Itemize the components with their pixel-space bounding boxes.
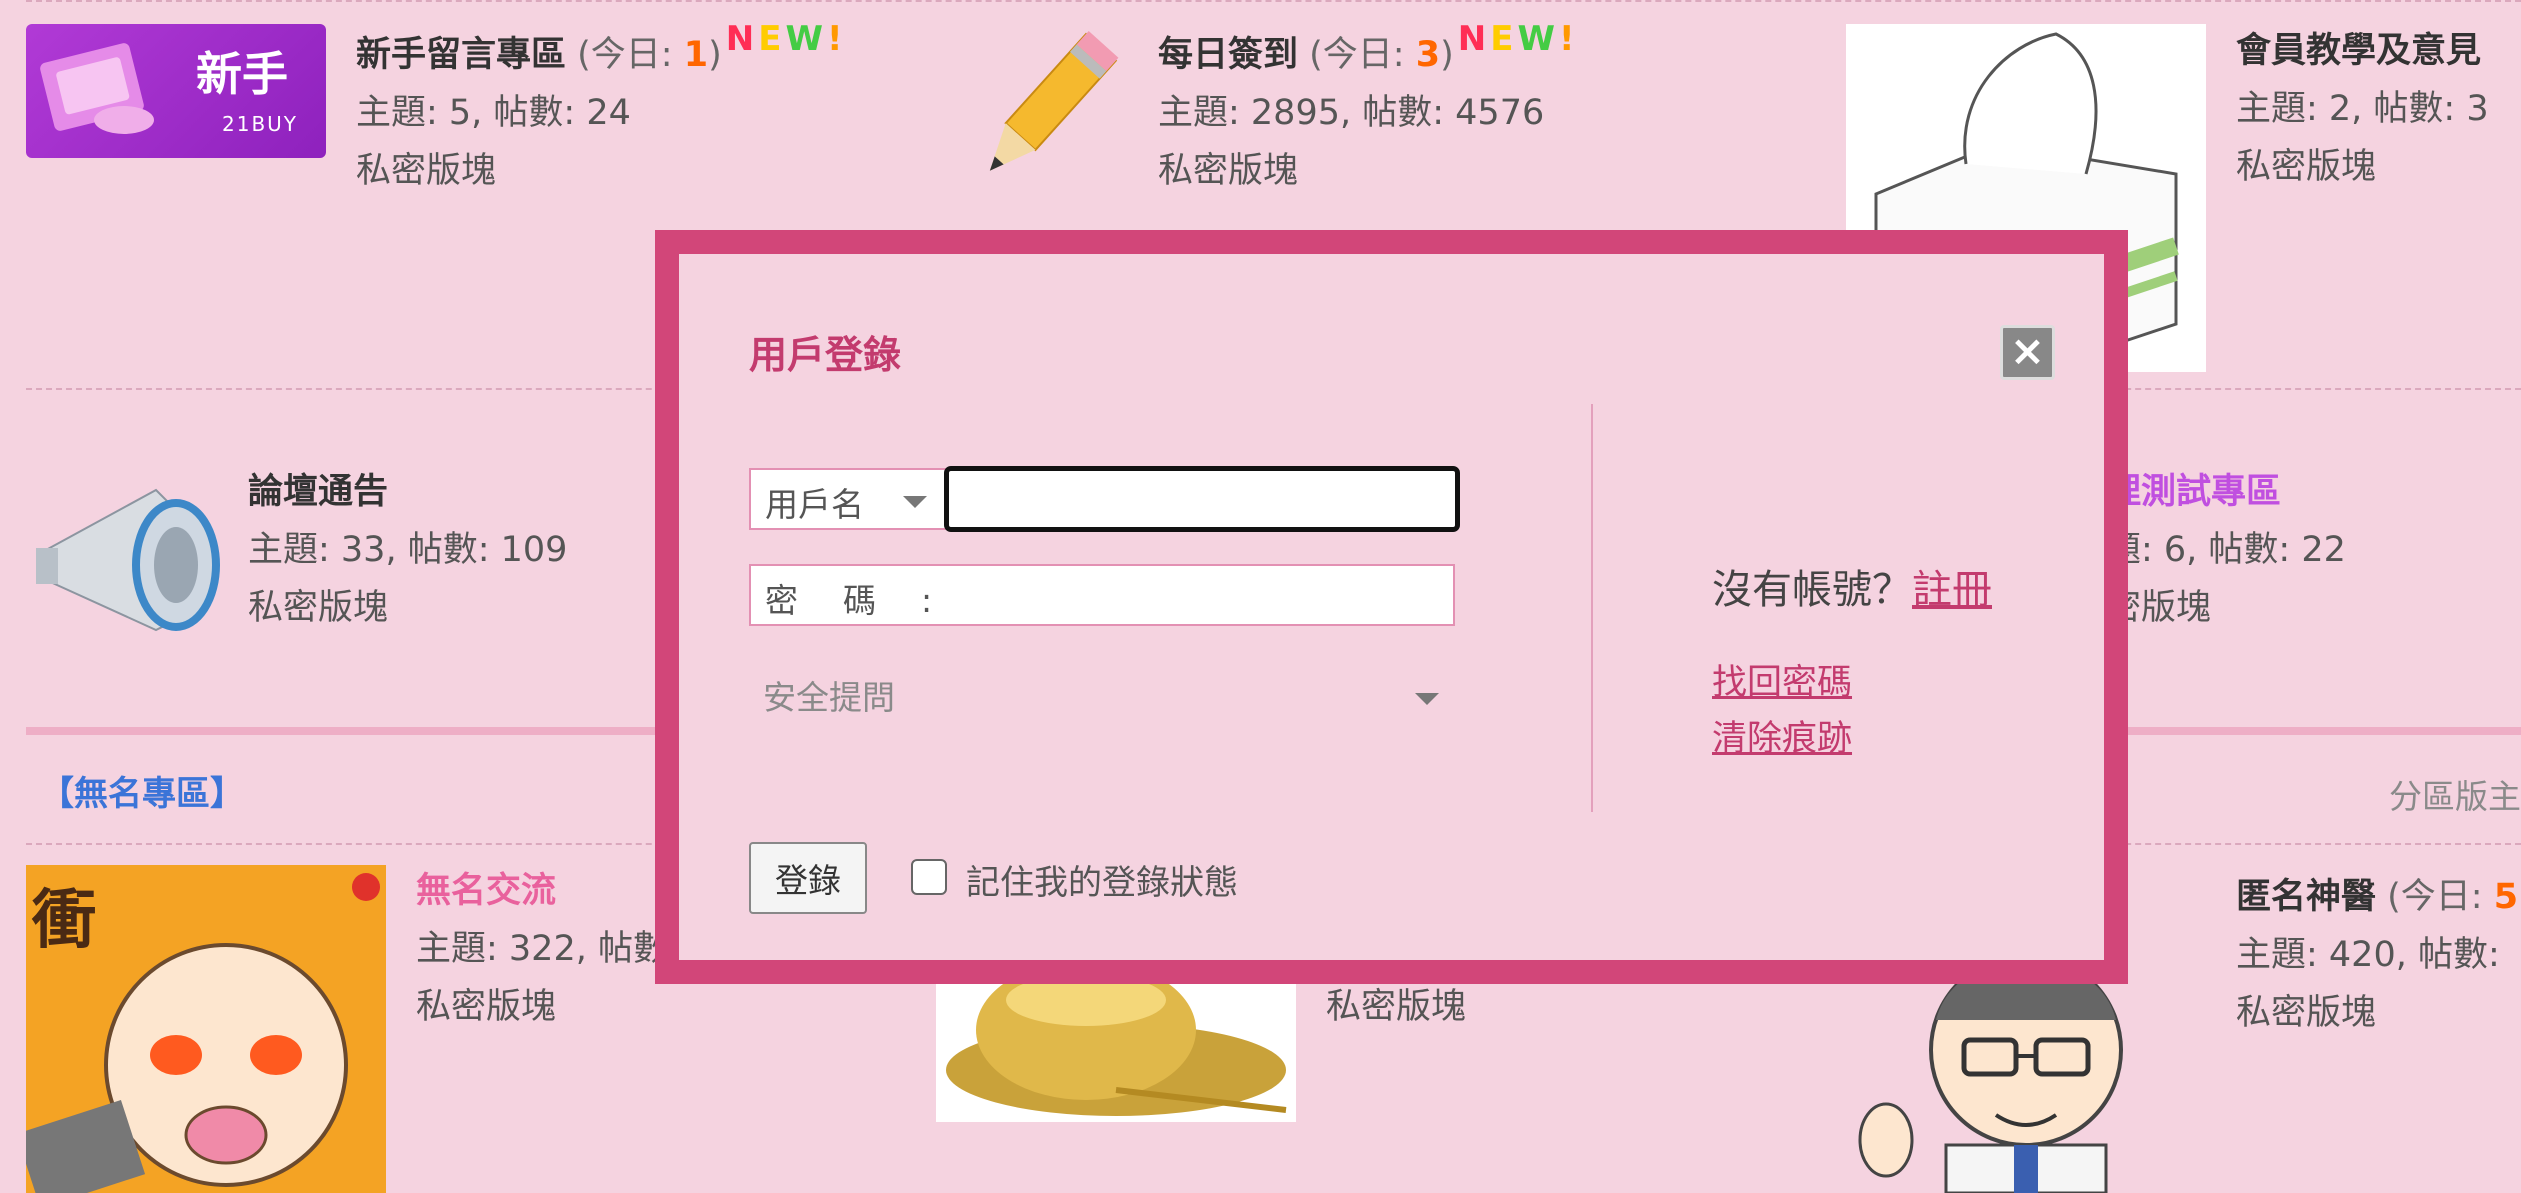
- forum-tutorial-info: 會員教學及意見 主題: 2, 帖數: 3 私密版塊: [2236, 22, 2489, 196]
- forum-stats: 主題: 2895, 帖數: 4576: [1158, 93, 1545, 133]
- section-title[interactable]: 【無名專區】: [40, 766, 244, 815]
- pencil-icon[interactable]: [950, 30, 1130, 200]
- forum-test-info: 理測試專區 題: 6, 帖數: 22 密版塊: [2106, 463, 2346, 637]
- dialog-title: 用戶登錄: [749, 333, 902, 377]
- password-field: 密 碼 :: [749, 564, 1455, 626]
- forum-status: 私密版塊: [416, 987, 557, 1027]
- forum-newbie-info: 新手留言專區 (今日: 1) NEW! 主題: 5, 帖數: 24 私密版塊: [356, 19, 846, 200]
- username-type-label[interactable]: 用戶名: [765, 478, 864, 526]
- forum-name[interactable]: 論壇通告: [248, 472, 388, 512]
- forum-stats: 主題: 5, 帖數: 24: [356, 93, 631, 133]
- new-badge: NEW!: [725, 19, 847, 59]
- forum-doctor-info: 匿名神醫 (今日: 5 主題: 420, 帖數: 私密版塊: [2236, 868, 2518, 1042]
- username-input[interactable]: [944, 466, 1460, 532]
- find-password-link[interactable]: 找回密碼: [1712, 654, 1852, 705]
- coffee-cup-icon[interactable]: [936, 960, 1296, 1122]
- chevron-down-icon[interactable]: [903, 496, 927, 508]
- remember-me-checkbox[interactable]: [911, 859, 947, 895]
- password-label: 密 碼 :: [765, 581, 939, 620]
- forum-name[interactable]: 每日簽到: [1158, 35, 1298, 75]
- today-count: 3: [1415, 35, 1441, 75]
- today-count: 5: [2493, 877, 2519, 917]
- forum-announcement-info: 論壇通告 主題: 33, 帖數: 109 私密版塊: [248, 463, 567, 637]
- no-account-text: 沒有帳號？註冊: [1712, 557, 1992, 615]
- forum-coffee-info: 私密版塊: [1326, 978, 1466, 1036]
- thumb-subtitle: 21BUY: [222, 112, 299, 136]
- forum-status: 私密版塊: [2236, 147, 2377, 187]
- forum-status: 密版塊: [2106, 588, 2212, 628]
- clear-traces-link[interactable]: 清除痕跡: [1712, 710, 1852, 761]
- no-account-label: 沒有帳號？: [1712, 567, 1912, 613]
- forum-name[interactable]: 會員教學及意見: [2236, 31, 2481, 71]
- security-question-label: 安全提問: [763, 678, 895, 717]
- login-button[interactable]: 登錄: [749, 842, 867, 914]
- forum-name[interactable]: 匿名神醫: [2236, 877, 2376, 917]
- close-icon[interactable]: ×: [2000, 325, 2055, 380]
- forum-status: 私密版塊: [356, 151, 497, 191]
- forum-status: 私密版塊: [1158, 151, 1299, 191]
- section-moderator: 分區版主: [2389, 777, 2521, 816]
- angry-cartoon-icon[interactable]: 衝: [26, 865, 386, 1193]
- today-count: 1: [683, 35, 709, 75]
- today-label: (今日:: [577, 35, 684, 75]
- thumb-title: 新手: [196, 47, 288, 101]
- today-label: (今日:: [1309, 35, 1416, 75]
- forum-stats: 主題: 420, 帖數:: [2236, 935, 2500, 975]
- forum-stats: 主題: 322, 帖數: [416, 929, 668, 969]
- password-input[interactable]: [951, 570, 1445, 622]
- forum-checkin-info: 每日簽到 (今日: 3) NEW! 主題: 2895, 帖數: 4576 私密版塊: [1158, 19, 1578, 200]
- thumb-char: 衝: [32, 884, 96, 958]
- chevron-down-icon: [1415, 693, 1439, 705]
- forum-name[interactable]: 無名交流: [416, 871, 556, 911]
- forum-status: 私密版塊: [248, 588, 389, 628]
- today-label: (今日:: [2387, 877, 2494, 917]
- forum-stats: 題: 6, 帖數: 22: [2106, 530, 2346, 570]
- remember-me-label[interactable]: 記住我的登錄狀態: [966, 855, 1238, 904]
- today-close: ): [708, 35, 722, 75]
- forum-nameless-info: 無名交流 主題: 322, 帖數 私密版塊: [416, 862, 668, 1036]
- forum-status: 私密版塊: [2236, 993, 2377, 1033]
- username-field: 用戶名: [749, 466, 1460, 532]
- row-divider: [26, 0, 2521, 2]
- today-close: ): [1440, 35, 1454, 75]
- forum-icon-newbie[interactable]: 新手 21BUY: [26, 24, 326, 158]
- security-question-select[interactable]: 安全提問: [749, 661, 1455, 723]
- forum-stats: 主題: 2, 帖數: 3: [2236, 89, 2489, 129]
- forum-name[interactable]: 理測試專區: [2106, 472, 2281, 512]
- forum-status: 私密版塊: [1326, 987, 1467, 1027]
- forum-stats: 主題: 33, 帖數: 109: [248, 530, 568, 570]
- new-badge: NEW!: [1457, 19, 1579, 59]
- register-link[interactable]: 註冊: [1912, 567, 1992, 613]
- forum-name[interactable]: 新手留言專區: [356, 35, 566, 75]
- login-dialog-body: 用戶登錄 × 用戶名 密 碼 : 安全提問 沒有帳號？註冊 找回密碼 清除痕跡 …: [679, 254, 2104, 960]
- vertical-divider: [1591, 404, 1593, 812]
- login-dialog: 用戶登錄 × 用戶名 密 碼 : 安全提問 沒有帳號？註冊 找回密碼 清除痕跡 …: [655, 230, 2128, 984]
- megaphone-icon[interactable]: [26, 470, 226, 650]
